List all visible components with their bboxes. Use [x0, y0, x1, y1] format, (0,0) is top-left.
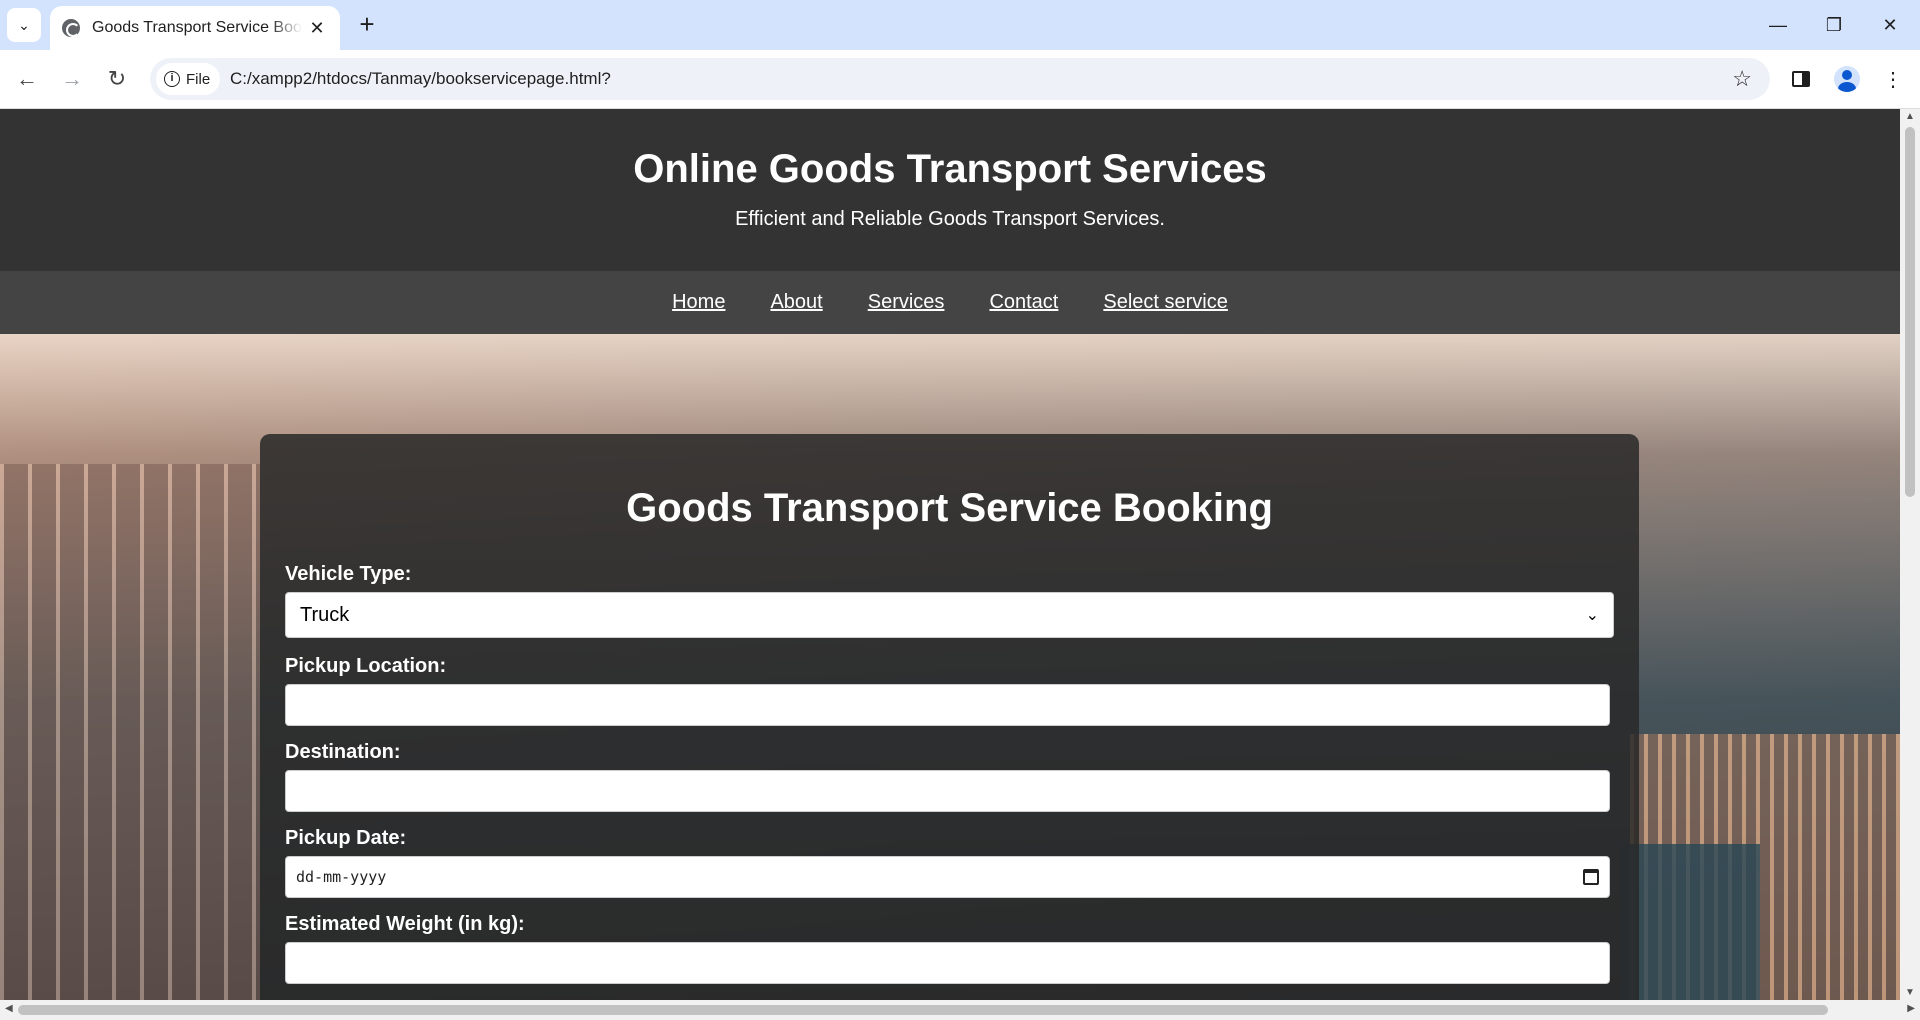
chevron-down-icon: ⌄	[18, 16, 30, 33]
url-text[interactable]: C:/xampp2/htdocs/Tanmay/bookservicepage.…	[230, 69, 611, 89]
destination-label: Destination:	[285, 741, 401, 763]
vehicle-type-select[interactable]: Truck ⌄	[285, 592, 1614, 638]
new-tab-button[interactable]: +	[352, 10, 382, 40]
browser-tab[interactable]: Goods Transport Service Booking ✕	[50, 6, 340, 50]
site-nav: Home About Services Contact Select servi…	[0, 271, 1900, 334]
pickup-date-input[interactable]: dd-mm-yyyy	[285, 856, 1610, 898]
hero-background: Goods Transport Service Booking Vehicle …	[0, 334, 1900, 1000]
more-vert-icon: ⋮	[1883, 68, 1903, 91]
site-header: Online Goods Transport Services Efficien…	[0, 109, 1900, 271]
restore-button[interactable]: ❐	[1806, 0, 1862, 50]
pickup-date-placeholder: dd-mm-yyyy	[296, 868, 387, 886]
scroll-down-icon[interactable]: ▼	[1905, 987, 1915, 998]
destination-input[interactable]	[285, 770, 1610, 812]
site-info-chip[interactable]: i File	[156, 63, 221, 95]
close-window-button[interactable]: ✕	[1862, 0, 1918, 50]
profile-button[interactable]	[1830, 62, 1864, 96]
reload-button[interactable]: ↻	[100, 62, 134, 96]
avatar-icon	[1834, 66, 1860, 92]
weight-input[interactable]	[285, 942, 1610, 984]
page-viewport: Online Goods Transport Services Efficien…	[0, 109, 1900, 1000]
tab-search-button[interactable]: ⌄	[7, 8, 41, 42]
side-panel-icon	[1792, 71, 1810, 87]
booking-form: Goods Transport Service Booking Vehicle …	[260, 434, 1639, 1000]
bookmark-star-icon[interactable]: ☆	[1732, 66, 1752, 92]
scroll-right-icon[interactable]: ▶	[1907, 1003, 1915, 1014]
pickup-location-label: Pickup Location:	[285, 655, 447, 677]
container-stack-image	[1620, 844, 1760, 1000]
site-title: Online Goods Transport Services	[633, 147, 1267, 191]
reload-icon: ↻	[107, 66, 127, 91]
vertical-scrollbar[interactable]: ▲ ▼	[1900, 109, 1920, 1000]
vehicle-type-label: Vehicle Type:	[285, 563, 412, 585]
weight-label: Estimated Weight (in kg):	[285, 913, 525, 935]
pickup-date-label: Pickup Date:	[285, 827, 407, 849]
pickup-location-input[interactable]	[285, 684, 1610, 726]
nav-link-about[interactable]: About	[770, 291, 822, 314]
forward-button[interactable]: →	[55, 62, 89, 96]
horizontal-scrollbar[interactable]: ◀ ▶	[0, 1000, 1920, 1020]
vehicle-type-value: Truck	[300, 603, 350, 626]
back-button[interactable]: ←	[10, 62, 44, 96]
scroll-left-icon[interactable]: ◀	[5, 1003, 13, 1014]
form-heading: Goods Transport Service Booking	[626, 486, 1273, 530]
scroll-up-icon[interactable]: ▲	[1905, 111, 1915, 122]
calendar-icon[interactable]	[1583, 869, 1599, 885]
nav-link-select-service[interactable]: Select service	[1103, 291, 1228, 314]
close-tab-icon[interactable]: ✕	[306, 18, 328, 39]
arrow-right-icon: →	[61, 66, 83, 91]
chevron-down-icon: ⌄	[1585, 607, 1599, 624]
nav-link-home[interactable]: Home	[672, 291, 725, 314]
site-subtitle: Efficient and Reliable Goods Transport S…	[735, 208, 1165, 230]
browser-toolbar: ← → ↻ i File C:/xampp2/htdocs/Tanmay/boo…	[0, 50, 1920, 109]
nav-link-services[interactable]: Services	[868, 291, 945, 314]
horizontal-scroll-thumb[interactable]	[18, 1005, 1828, 1015]
arrow-left-icon: ←	[16, 66, 38, 91]
nav-link-contact[interactable]: Contact	[989, 291, 1058, 314]
container-stack-image	[0, 464, 260, 1000]
site-chip-label: File	[186, 70, 211, 88]
browser-tab-bar: ⌄ Goods Transport Service Booking ✕ + — …	[0, 0, 1920, 50]
address-bar[interactable]: i File C:/xampp2/htdocs/Tanmay/bookservi…	[150, 58, 1770, 100]
vertical-scroll-thumb[interactable]	[1905, 127, 1915, 497]
tab-title: Goods Transport Service Booking	[92, 19, 302, 36]
globe-icon	[62, 19, 80, 37]
menu-button[interactable]: ⋮	[1876, 62, 1910, 96]
side-panel-button[interactable]	[1784, 62, 1818, 96]
minimize-button[interactable]: —	[1750, 0, 1806, 50]
info-icon: i	[164, 71, 180, 87]
